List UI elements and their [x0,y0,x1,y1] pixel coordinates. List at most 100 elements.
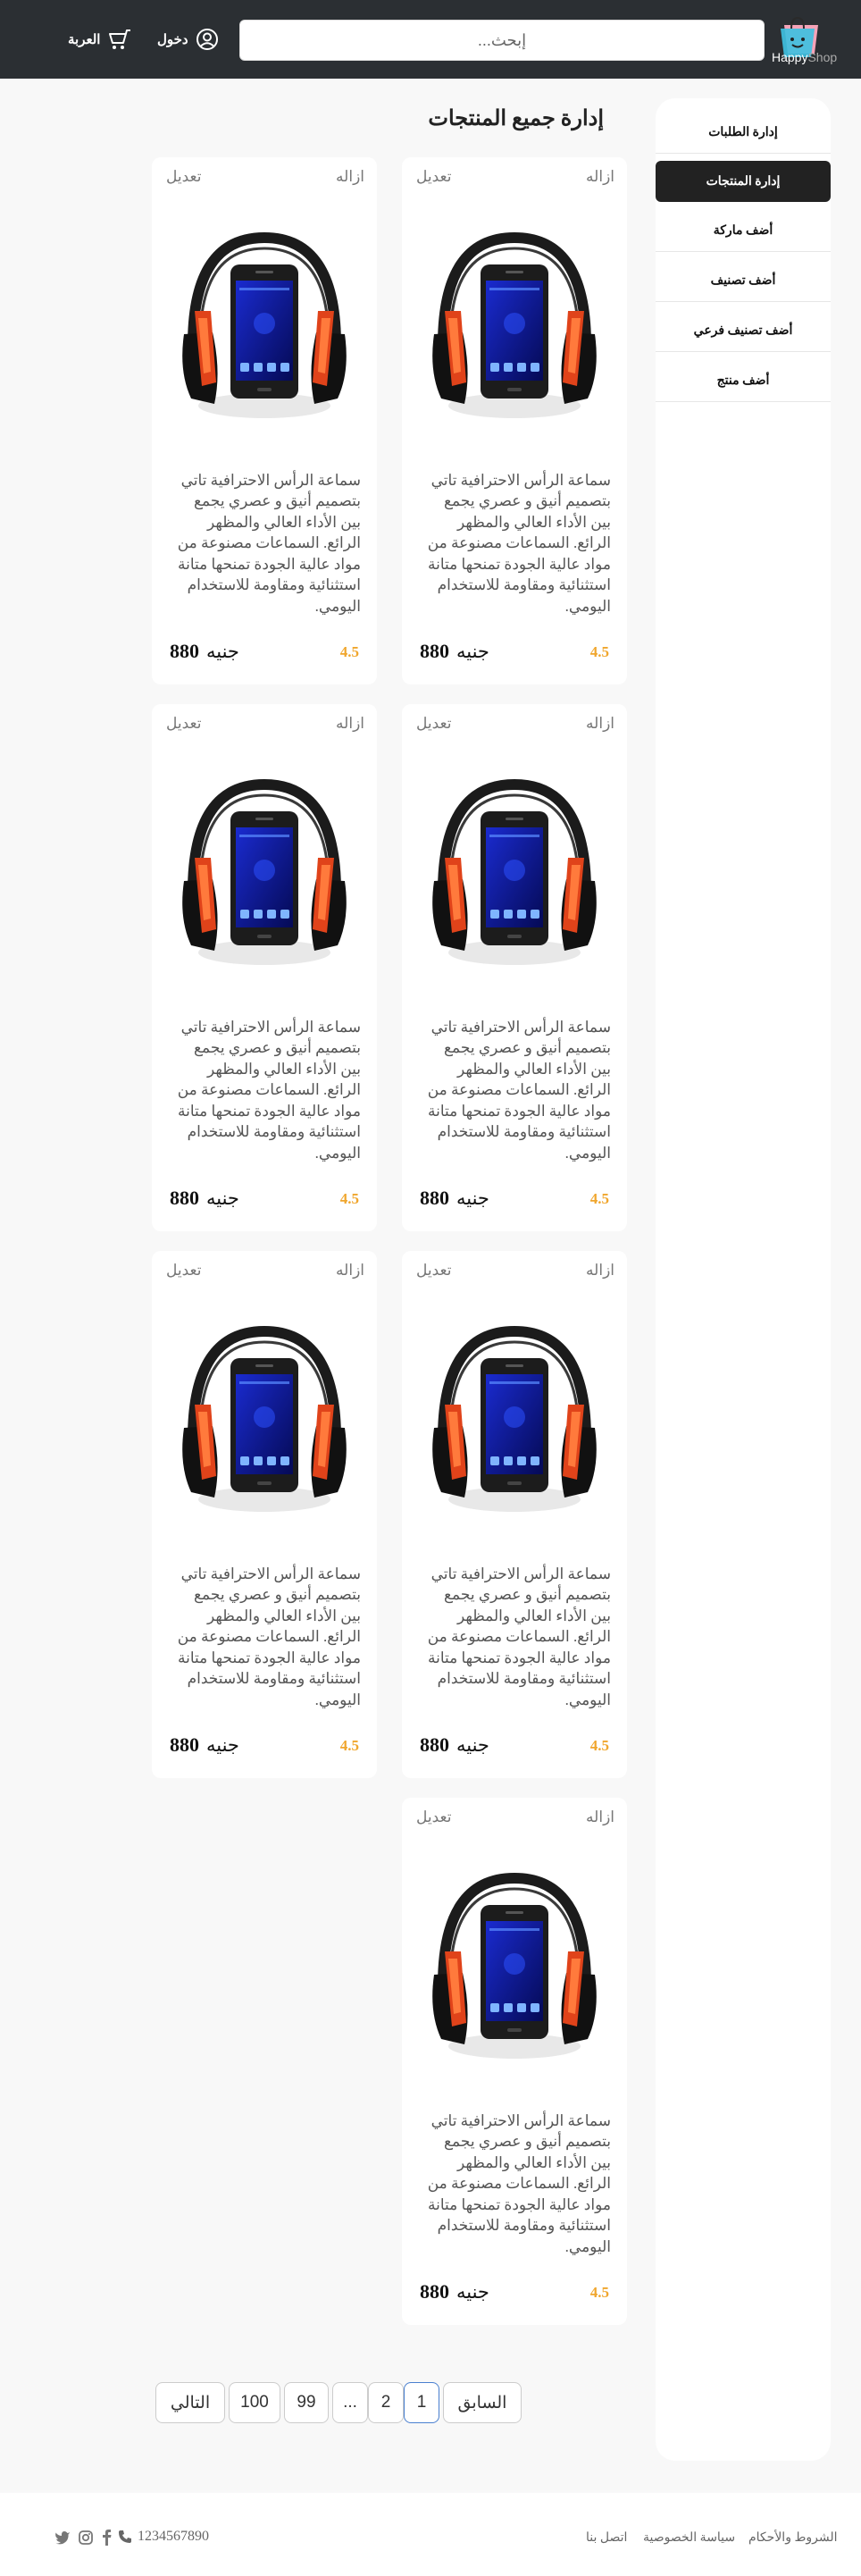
product-image[interactable] [175,776,354,972]
pagination-ellipsis: ... [332,2382,368,2423]
product-image[interactable] [175,1322,354,1519]
remove-button[interactable]: ازاله [336,1262,364,1280]
edit-button[interactable]: تعديل [416,168,451,186]
product-image[interactable] [425,776,604,972]
logo-text[interactable]: HappyShop [772,50,838,64]
product-card[interactable]: ازاله تعديل سماعة الرأس الاحترافية تاتي … [152,1251,377,1778]
product-rating: 4.5 [589,643,609,660]
price-currency: جنيه [206,1187,239,1209]
logo-text-shop: Shop [807,50,838,64]
instagram-icon[interactable] [77,2529,95,2547]
footer-phone-number: 1234567890 [138,2529,209,2544]
pagination-prev-button[interactable]: السابق [443,2382,522,2423]
sidebar-item-label: أضف منتج [716,374,770,388]
pagination-page-2[interactable]: 2 [368,2382,404,2423]
remove-button[interactable]: ازاله [586,715,614,733]
product-price: جنيه 880 [420,1733,489,1757]
price-currency: جنيه [456,2281,489,2303]
sidebar-item-label: إدارة الطلبات [708,126,778,139]
product-price: جنيه 880 [420,2280,489,2303]
product-rating: 4.5 [339,643,359,660]
remove-button[interactable]: ازاله [336,168,364,186]
logo-text-happy: Happy [772,50,808,64]
product-description: سماعة الرأس الاحترافية تاتي بتصميم أنيق … [427,2112,611,2255]
price-value: 880 [420,1733,449,1756]
product-description: سماعة الرأس الاحترافية تاتي بتصميم أنيق … [177,472,361,615]
product-card[interactable]: ازاله تعديل سماعة الرأس الاحترافية تاتي … [152,704,377,1231]
edit-button[interactable]: تعديل [416,715,451,733]
sidebar-item-label: أضف تصنيف [710,274,776,288]
sidebar-item-manage-products[interactable]: إدارة المنتجات [656,161,831,202]
product-description: سماعة الرأس الاحترافية تاتي بتصميم أنيق … [177,1019,361,1162]
price-currency: جنيه [456,641,489,662]
remove-button[interactable]: ازاله [586,1808,614,1826]
price-currency: جنيه [206,641,239,662]
product-image[interactable] [175,229,354,425]
edit-button[interactable]: تعديل [166,715,201,733]
product-image[interactable] [425,1869,604,2066]
footer-link-privacy[interactable]: سياسة الخصوصية [643,2530,735,2546]
admin-sidebar: إدارة الطلبات إدارة المنتجات أضف ماركة أ… [656,98,831,2461]
product-description: سماعة الرأس الاحترافية تاتي بتصميم أنيق … [427,472,611,615]
price-currency: جنيه [206,1734,239,1756]
price-value: 880 [420,2280,449,2303]
pagination-page-1[interactable]: 1 [404,2382,439,2423]
remove-button[interactable]: ازاله [336,715,364,733]
product-description: سماعة الرأس الاحترافية تاتي بتصميم أنيق … [427,1019,611,1162]
sidebar-item-add-brand[interactable]: أضف ماركة [656,211,831,252]
shopping-cart-icon [109,29,131,49]
twitter-icon[interactable] [54,2529,71,2547]
login-button[interactable]: دخول [157,27,219,52]
product-rating: 4.5 [589,1737,609,1754]
remove-button[interactable]: ازاله [586,168,614,186]
price-value: 880 [170,1187,199,1209]
price-value: 880 [170,1733,199,1756]
product-price: جنيه 880 [170,1733,239,1757]
pagination-page-99[interactable]: 99 [284,2382,329,2423]
price-currency: جنيه [456,1734,489,1756]
remove-button[interactable]: ازاله [586,1262,614,1280]
sidebar-item-add-category[interactable]: أضف تصنيف [656,261,831,302]
facebook-icon[interactable] [98,2529,116,2547]
product-image[interactable] [425,1322,604,1519]
price-currency: جنيه [456,1187,489,1209]
product-card[interactable]: ازاله تعديل سماعة الرأس الاحترافية تاتي … [152,157,377,684]
price-value: 880 [170,640,199,662]
price-value: 880 [420,1187,449,1209]
sidebar-item-label: إدارة المنتجات [706,174,781,189]
footer-link-terms[interactable]: الشروط والأحكام [748,2530,838,2546]
product-rating: 4.5 [589,2284,609,2301]
product-card[interactable]: ازاله تعديل سماعة الرأس الاحترافية تاتي … [402,704,627,1231]
login-label: دخول [157,32,188,47]
sidebar-item-manage-orders[interactable]: إدارة الطلبات [656,113,831,154]
product-rating: 4.5 [589,1190,609,1207]
product-card[interactable]: ازاله تعديل سماعة الرأس الاحترافية تاتي … [402,1251,627,1778]
product-card[interactable]: ازاله تعديل سماعة الرأس الاحترافية تاتي … [402,1798,627,2325]
product-price: جنيه 880 [170,1187,239,1210]
product-description: سماعة الرأس الاحترافية تاتي بتصميم أنيق … [427,1565,611,1708]
edit-button[interactable]: تعديل [166,1262,201,1280]
pagination-page-100[interactable]: 100 [229,2382,280,2423]
footer-link-contact[interactable]: اتصل بنا [586,2530,627,2546]
product-price: جنيه 880 [420,640,489,663]
price-value: 880 [420,640,449,662]
pagination-next-button[interactable]: التالي [155,2382,225,2423]
cart-label: العربة [68,32,101,47]
edit-button[interactable]: تعديل [416,1262,451,1280]
sidebar-item-add-product[interactable]: أضف منتج [656,361,831,402]
page-title: إدارة جميع المنتجات [428,107,604,130]
product-image[interactable] [425,229,604,425]
product-price: جنيه 880 [420,1187,489,1210]
footer: الشروط والأحكام سياسة الخصوصية اتصل بنا … [0,2493,861,2576]
user-circle-icon [196,29,218,50]
product-rating: 4.5 [339,1737,359,1754]
search-input[interactable] [239,20,765,61]
edit-button[interactable]: تعديل [416,1808,451,1826]
cart-button[interactable]: العربة [68,27,132,52]
sidebar-item-label: أضف تصنيف فرعي [693,324,793,338]
sidebar-item-label: أضف ماركة [713,224,773,238]
footer-phone: 1234567890 [118,2529,209,2545]
sidebar-item-add-subcategory[interactable]: أضف تصنيف فرعي [656,311,831,352]
product-card[interactable]: ازاله تعديل سماعة الرأس الاحترافية تاتي … [402,157,627,684]
edit-button[interactable]: تعديل [166,168,201,186]
